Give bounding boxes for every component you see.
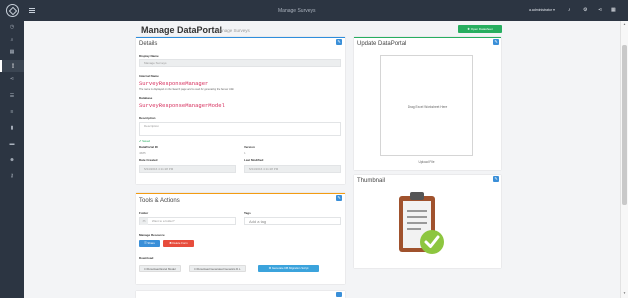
page-scrollbar[interactable]: ▲ ▼ — [620, 21, 628, 298]
download-excel-button[interactable]: ⊡ Download Excel Model — [139, 265, 181, 272]
download-generated-button[interactable]: ⊡ Download Generated Genetics D.L — [189, 265, 246, 272]
details-title: Details — [139, 41, 158, 47]
app-title: Manage Surveys — [278, 8, 316, 14]
last-modified-field: 5/24/2016 4:11:28 PM — [244, 165, 341, 173]
users-icon[interactable]: ☻ — [8, 156, 16, 164]
list-icon[interactable]: ☰ — [8, 92, 16, 100]
open-datasheet-button[interactable]: ✚ Open Datasheet — [458, 25, 502, 33]
update-title: Update DataPortal — [357, 41, 407, 47]
dataportal-id-label: DataPortal ID — [139, 145, 158, 149]
edit-next-icon[interactable] — [336, 292, 342, 297]
generate-db-script-button[interactable]: ⚙ Generate DB Migration Script — [258, 265, 319, 272]
internal-name-label: Internal Name — [139, 74, 159, 78]
edit-tools-icon[interactable]: ✎ — [336, 195, 342, 201]
version-value: 1 — [244, 151, 246, 155]
display-name-field[interactable]: Manage Surveys — [139, 59, 341, 67]
page-subtitle: Manage Surveys — [216, 28, 250, 33]
top-nav-bar: Manage Surveys a.administrator ▾ ♪ ⚙ ⋖ ▦ — [0, 0, 628, 21]
share-button[interactable]: ☰ Share — [139, 240, 160, 247]
next-panel — [136, 291, 345, 298]
clipboard-check-icon — [399, 192, 444, 254]
app-logo-icon[interactable] — [6, 4, 19, 17]
tools-title: Tools & Actions — [139, 198, 180, 204]
description-textarea[interactable]: Description — [139, 122, 341, 136]
manage-resource-label: Manage Resource — [139, 233, 165, 237]
user-menu[interactable]: a.administrator ▾ — [529, 8, 555, 12]
internal-name-hint: The name is displayed on the Search page… — [139, 88, 235, 91]
database-label: Database — [139, 96, 153, 100]
download-generated-label: Download Generated Genetics D.L — [197, 267, 241, 271]
key-icon[interactable]: ⚷ — [8, 172, 16, 180]
dropzone-text: Drag Excel Worksheet Here — [407, 105, 448, 109]
generate-db-script-label: Generate DB Migration Script — [271, 266, 309, 270]
database-value: SurveyResponseManagerModel — [139, 102, 225, 109]
open-datasheet-label: Open Datasheet — [470, 27, 493, 31]
date-created-field: 5/24/2016 4:11:28 PM — [139, 165, 236, 173]
tags-label: Tags — [244, 211, 251, 215]
bell-icon[interactable]: ♪ — [568, 7, 571, 13]
hamburger-menu-icon[interactable] — [29, 8, 35, 13]
display-name-label: Display Name — [139, 54, 159, 58]
date-created-label: Date Created — [139, 158, 158, 162]
upload-file-link[interactable]: Upload File — [380, 160, 473, 164]
search-icon[interactable]: ⌕ — [8, 36, 16, 44]
internal-name-value: SurveyResponseManager — [139, 80, 209, 87]
version-label: Version — [244, 145, 255, 149]
edit-update-icon[interactable]: ✎ — [493, 39, 499, 45]
dataportal-id-value: 4685 — [139, 151, 146, 155]
grid-icon[interactable]: ▦ — [611, 7, 616, 13]
folder-select[interactable]: ▭ Want to a folder? — [139, 217, 236, 225]
delete-form-label: Delete Form — [172, 241, 188, 245]
delete-form-button[interactable]: ✖ Delete Form — [163, 240, 194, 247]
sidebar: ◷ ⌕ ▦ ▯ ⋖ ☰ ≡ ▮ ▬ ☻ ⚷ — [0, 21, 24, 298]
dashboard-icon[interactable]: ◷ — [8, 23, 16, 31]
folder-placeholder: Want to a folder? — [151, 219, 175, 223]
saved-indicator: ✔ Saved — [139, 139, 151, 143]
page-title: Manage DataPortal — [141, 25, 223, 35]
document-icon[interactable]: ▯ — [0, 60, 24, 72]
details-panel: Details ✎ Display Name Manage Surveys In… — [136, 37, 345, 184]
tags-input[interactable]: Add a tag — [244, 217, 341, 225]
share-icon[interactable]: ⋖ — [598, 7, 602, 13]
description-label: Description — [139, 116, 156, 120]
download-label: Download — [139, 256, 154, 260]
folder-icon: ▭ — [140, 218, 148, 225]
edit-thumbnail-icon[interactable]: ✎ — [493, 176, 499, 182]
table-icon[interactable]: ▦ — [8, 48, 16, 56]
last-modified-label: Last Modified — [244, 158, 264, 162]
edit-details-icon[interactable]: ✎ — [336, 39, 342, 45]
share-icon[interactable]: ⋖ — [8, 75, 16, 83]
scroll-down-icon[interactable]: ▼ — [623, 291, 626, 295]
tools-panel: Tools & Actions ✎ Folder ▭ Want to a fol… — [136, 193, 345, 284]
scroll-up-icon[interactable]: ▲ — [623, 22, 626, 26]
share-button-label: Share — [147, 241, 155, 245]
thumbnail-panel: Thumbnail ✎ — [354, 175, 501, 268]
thumbnail-title: Thumbnail — [357, 178, 386, 184]
scrollbar-thumb[interactable] — [622, 45, 627, 205]
gear-icon[interactable]: ⚙ — [583, 7, 587, 13]
chart-icon[interactable]: ▮ — [8, 124, 16, 132]
briefcase-icon[interactable]: ▬ — [8, 140, 16, 148]
layers-icon[interactable]: ≡ — [8, 108, 16, 116]
download-excel-label: Download Excel Model — [147, 267, 176, 271]
file-dropzone[interactable]: Drag Excel Worksheet Here — [380, 55, 473, 156]
folder-label: Folder — [139, 211, 149, 215]
